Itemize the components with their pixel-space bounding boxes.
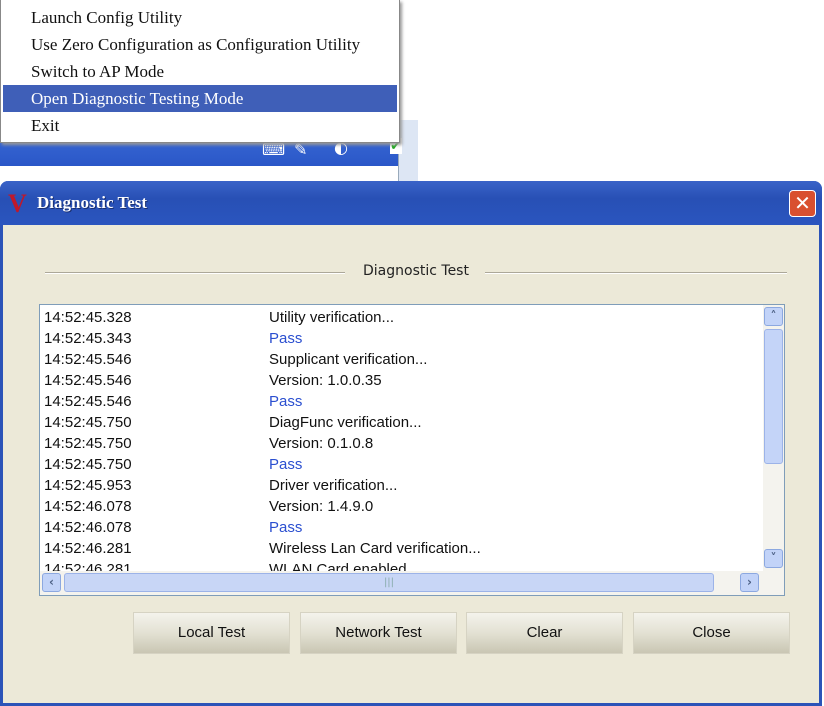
log-message: Pass [269,330,303,347]
log-time: 14:52:45.750 [44,435,132,452]
scroll-right-icon[interactable]: › [740,573,759,592]
diagnostic-dialog: V Diagnostic Test ✕ Diagnostic Test 14:5… [0,181,822,706]
menu-item-ap-mode[interactable]: Switch to AP Mode [3,58,397,85]
clear-button[interactable]: Clear [466,612,623,654]
log-time: 14:52:45.750 [44,414,132,431]
log-message: Pass [269,393,303,410]
vertical-scroll-thumb[interactable] [764,329,783,464]
horizontal-scroll-thumb[interactable]: ||| [64,573,714,592]
log-message: Pass [269,519,303,536]
log-message: Version: 0.1.0.8 [269,435,374,452]
log-message: Driver verification... [269,477,398,494]
log-time: 14:52:45.953 [44,477,132,494]
scroll-left-icon[interactable]: ‹ [42,573,61,592]
group-label: Diagnostic Test [355,263,477,279]
log-time: 14:52:45.343 [44,330,132,347]
log-message: Pass [269,456,303,473]
app-logo-icon: V [8,189,27,218]
close-button[interactable]: Close [633,612,790,654]
log-time: 14:52:45.750 [44,456,132,473]
log-message: Supplicant verification... [269,351,428,368]
network-test-button[interactable]: Network Test [300,612,457,654]
log-time: 14:52:45.546 [44,393,132,410]
divider [485,272,787,274]
log-message: Wireless Lan Card verification... [269,540,481,557]
horizontal-scrollbar[interactable]: ‹ ||| › [40,571,784,595]
log-time: 14:52:45.546 [44,351,132,368]
menu-item-zero-config[interactable]: Use Zero Configuration as Configuration … [3,31,397,58]
context-menu: Launch Config Utility Use Zero Configura… [0,0,400,143]
log-time: 14:52:45.546 [44,372,132,389]
divider [45,272,345,274]
close-window-button[interactable]: ✕ [789,190,816,217]
log-time: 14:52:46.078 [44,498,132,515]
vertical-scrollbar[interactable]: ˄ ˅ [763,305,784,571]
log-time: 14:52:46.078 [44,519,132,536]
scroll-down-icon[interactable]: ˅ [764,549,783,568]
log-message: Version: 1.4.9.0 [269,498,374,515]
menu-item-diagnostic[interactable]: Open Diagnostic Testing Mode [3,85,397,112]
log-message: Version: 1.0.0.35 [269,372,382,389]
title-bar[interactable]: V Diagnostic Test ✕ [0,181,822,225]
log-list[interactable]: 14:52:45.328 Utility verification... 14:52… [39,304,785,596]
group-box: Diagnostic Test [45,263,787,283]
dialog-title: Diagnostic Test [37,193,148,212]
log-time: 14:52:45.328 [44,309,132,326]
log-message: Utility verification... [269,309,395,326]
log-message: DiagFunc verification... [269,414,422,431]
log-time: 14:52:46.281 [44,540,132,557]
local-test-button[interactable]: Local Test [133,612,290,654]
scroll-up-icon[interactable]: ˄ [764,307,783,326]
menu-item-exit[interactable]: Exit [3,112,397,139]
menu-item-launch-config[interactable]: Launch Config Utility [3,4,397,31]
